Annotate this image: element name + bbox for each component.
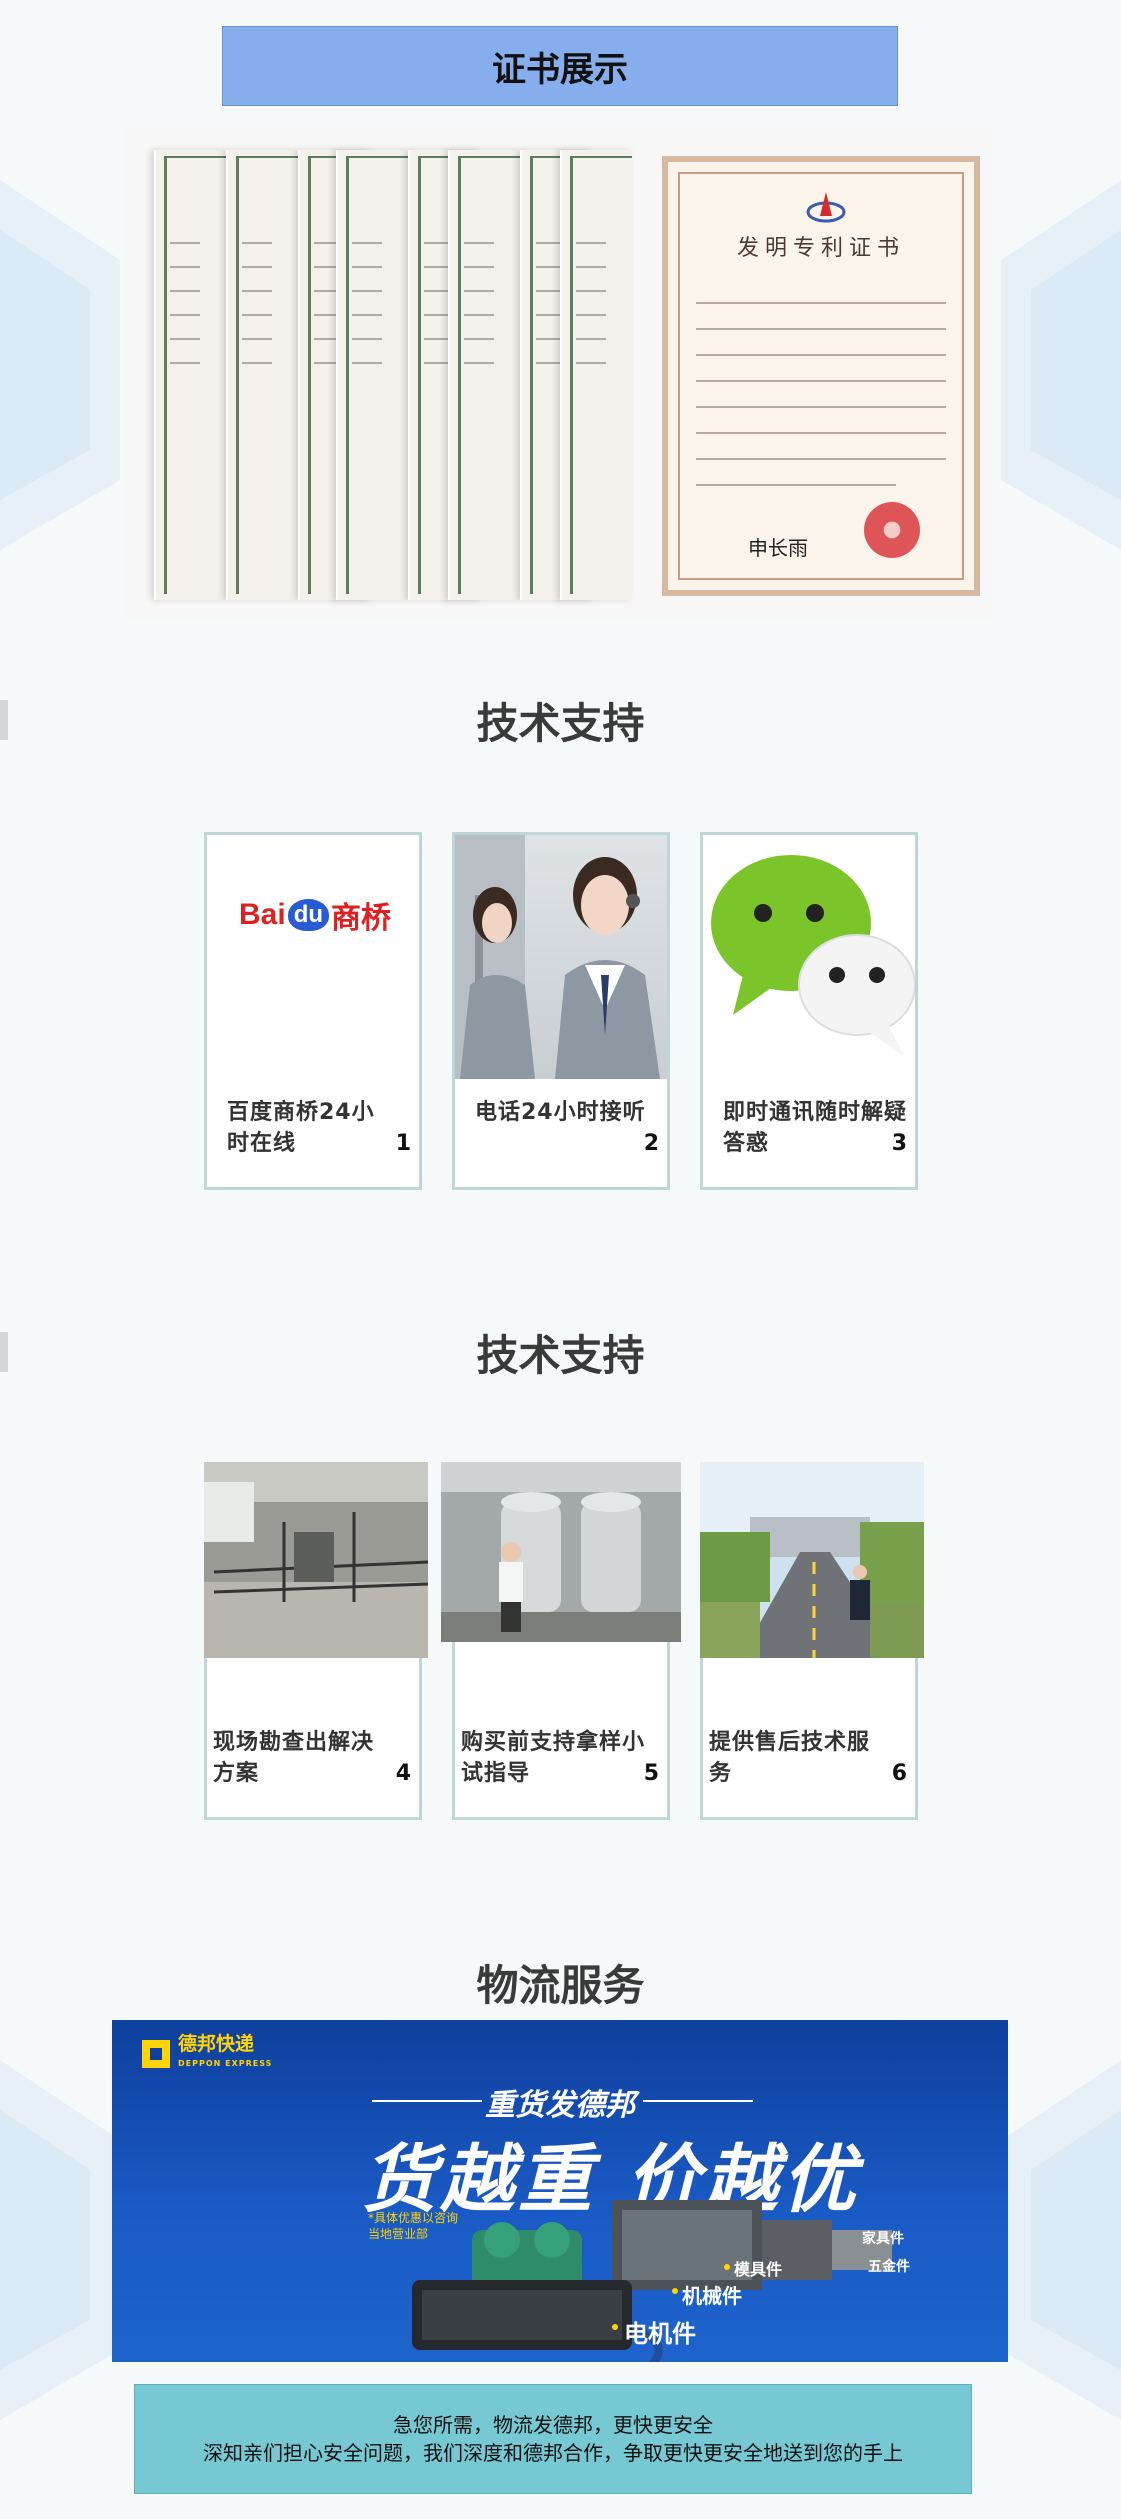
equipment-photo: [441, 1462, 681, 1642]
card-number: 5: [643, 1761, 659, 1786]
patent-certificate: 发明专利证书 申长雨: [662, 156, 980, 596]
card-number: 4: [395, 1761, 411, 1786]
support-card-sample-test[interactable]: 购买前支持拿样小试指导 5: [441, 1462, 681, 1820]
patent-office-logo-icon: [806, 192, 846, 223]
certificate-title: 发明专利证书: [736, 236, 905, 261]
support-card-after-sales[interactable]: 提供售后技术服务 6: [700, 1462, 924, 1820]
label-mold: 模具件: [734, 2260, 783, 2279]
factory-site-photo: [204, 1462, 428, 1658]
baidu-paw-icon: du: [287, 899, 330, 931]
indicator-dot: [672, 2288, 678, 2294]
card-number: 6: [891, 1761, 907, 1786]
logistics-banner[interactable]: 德邦快递 DEPPON EXPRESS 重货发德邦 货越重 价越优 *具体优惠以咨…: [112, 2020, 1008, 2362]
footer-line-2: 深知亲们担心安全问题，我们深度和德邦合作，争取更快更安全地送到您的手上: [203, 2441, 903, 2465]
card-label: 现场勘查出解决方案: [213, 1730, 375, 1786]
indicator-dot: [612, 2324, 618, 2330]
support-card-site-survey[interactable]: 现场勘查出解决方案 4: [204, 1462, 428, 1820]
card-label: 百度商桥24小时在线: [227, 1100, 375, 1156]
deppon-logo-icon: [142, 2040, 170, 2068]
certificate-thumb: [336, 150, 408, 600]
certificates-header: 证书展示: [222, 26, 898, 106]
certificates-gallery: 发明专利证书 申长雨: [126, 128, 992, 618]
card-label: 即时通讯随时解疑答惑: [723, 1100, 908, 1156]
footer-line-1: 急您所需，物流发德邦，更快更安全: [393, 2413, 713, 2437]
support-card-phone[interactable]: 电话24小时接听 2: [452, 832, 670, 1190]
label-motor: 电机件: [624, 2320, 696, 2348]
card-number: 2: [643, 1131, 659, 1156]
road-photo: [700, 1462, 924, 1658]
background-decoration-right: [1001, 180, 1121, 550]
card-label: 电话24小时接听: [475, 1100, 646, 1125]
card-number: 3: [891, 1131, 907, 1156]
tech-support-title-2: 技术支持: [476, 1331, 645, 1380]
wechat-logo-icon: [703, 835, 915, 1079]
slogan-small: 重货发德邦: [112, 2080, 1008, 2124]
label-hardware: 五金件: [868, 2259, 910, 2275]
official-seal-icon: [864, 502, 920, 558]
label-machinery: 机械件: [682, 2284, 742, 2308]
background-decoration-right-bottom: [1001, 2060, 1121, 2420]
tech-support-title-1: 技术支持: [476, 699, 645, 748]
card-label: 购买前支持拿样小试指导: [461, 1730, 646, 1786]
certificate-thumb: [154, 150, 226, 600]
baidu-logo: Bai du 商桥: [207, 835, 419, 1079]
card-label: 提供售后技术服务: [709, 1730, 871, 1786]
customer-service-photo: [455, 835, 667, 1079]
certificate-thumb: [560, 150, 632, 600]
certificate-signature: 申长雨: [748, 536, 808, 560]
card-number: 1: [395, 1131, 411, 1156]
support-card-wechat[interactable]: 即时通讯随时解疑答惑 3: [700, 832, 918, 1190]
deppon-brand: 德邦快递 DEPPON EXPRESS: [142, 2034, 272, 2074]
logistics-footer: 急您所需，物流发德邦，更快更安全 深知亲们担心安全问题，我们深度和德邦合作，争取…: [134, 2384, 972, 2494]
indicator-dot: [724, 2264, 730, 2270]
background-decoration-left: [0, 180, 120, 550]
support-card-baidu[interactable]: Bai du 商桥 百度商桥24小时在线 1: [204, 832, 422, 1190]
logistics-title: 物流服务: [476, 1961, 645, 2010]
certificate-thumb: [226, 150, 298, 600]
certificate-thumb: [448, 150, 520, 600]
label-furniture: 家具件: [862, 2231, 904, 2247]
background-decoration-left-bottom: [0, 2060, 120, 2420]
